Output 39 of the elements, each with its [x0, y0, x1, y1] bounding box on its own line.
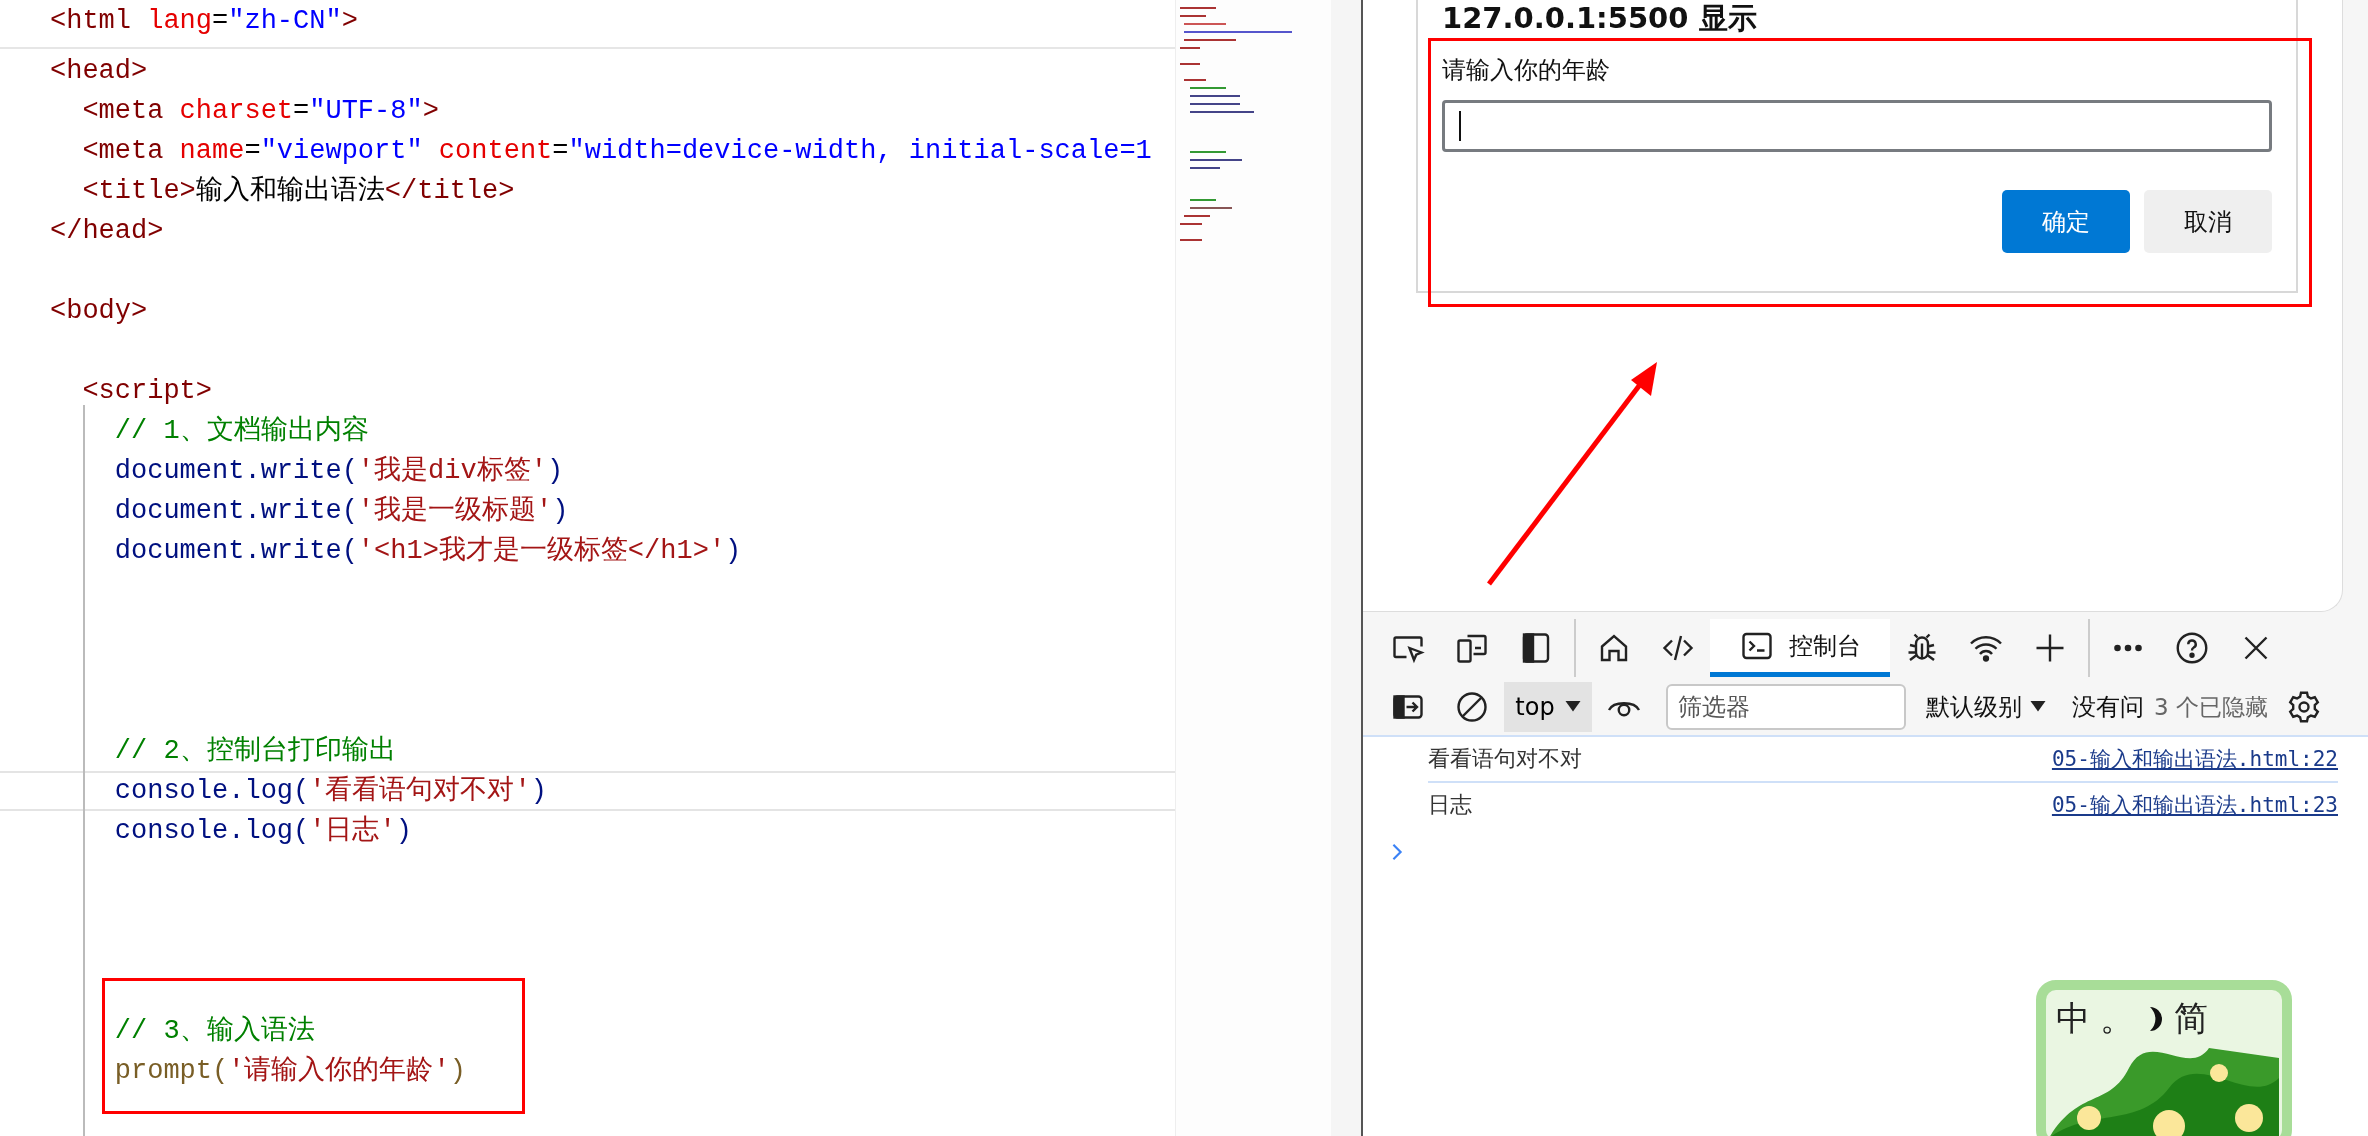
console-tab[interactable]: 控制台 — [1710, 619, 1890, 677]
code-line: <body> — [49, 295, 149, 328]
text-input[interactable] — [1442, 100, 2272, 152]
prompt-message: 请输入你的年龄 — [1442, 55, 1611, 86]
source-link[interactable]: 05-输入和输出语法.html:22 — [2051, 745, 2338, 773]
code-line: console.log('日志') — [113, 814, 413, 848]
charset-mode[interactable]: 简 — [2174, 996, 2208, 1042]
code-line: <meta name="viewport" content="width=device-width, initial-scale=1 — [81, 135, 1153, 168]
code-line: <html lang="zh-CN"> — [0, 1, 1175, 49]
dialog-title: 127.0.0.1:5500 显示 — [1442, 0, 1758, 36]
hidden-count: 3 个已隐藏 — [2154, 692, 2268, 722]
filter-field[interactable]: 筛选器 — [1666, 684, 1906, 730]
code-line: console.log('看看语句对不对') — [0, 771, 1175, 811]
context-dropdown[interactable]: top — [1504, 682, 1592, 732]
caret-icon — [1564, 701, 1581, 713]
code-line: // 1、文档输出内容 — [113, 414, 370, 448]
code-line: <head> — [49, 55, 149, 88]
ok-button[interactable]: 确定 — [2002, 190, 2130, 253]
source-link[interactable]: 05-输入和输出语法.html:23 — [2051, 791, 2338, 819]
code-line: <title>输入和输出语法</title> — [81, 174, 516, 208]
code-line: </head> — [49, 215, 165, 248]
issues-link[interactable]: 没有问 — [2072, 691, 2144, 723]
prompt-chevron-icon — [1391, 841, 1403, 863]
code-line: <script> — [81, 375, 214, 408]
code-line: <meta charset="UTF-8"> — [81, 95, 440, 128]
punctuation-mode[interactable]: 。 — [2100, 996, 2134, 1042]
ime-status-widget[interactable]: 中 。 简 — [2036, 980, 2292, 1136]
console-message: 日志 — [1428, 791, 1472, 819]
code-line: prompt('请输入你的年龄') — [113, 1054, 467, 1088]
level-dropdown[interactable]: 默认级别 — [1926, 691, 2046, 723]
code-line: document.write('我是div标签') — [113, 455, 565, 488]
code-line: // 3、输入语法 — [113, 1014, 316, 1048]
code-line: // 2、控制台打印输出 — [113, 734, 397, 768]
input-mode[interactable]: 中 — [2056, 996, 2090, 1042]
code-line: document.write('<h1>我才是一级标签</h1>') — [113, 535, 743, 568]
caret-icon — [2030, 701, 2046, 713]
code-line: document.write('我是一级标题') — [113, 495, 570, 528]
cancel-button[interactable]: 取消 — [2144, 190, 2272, 253]
console-message: 看看语句对不对 — [1428, 745, 1582, 773]
